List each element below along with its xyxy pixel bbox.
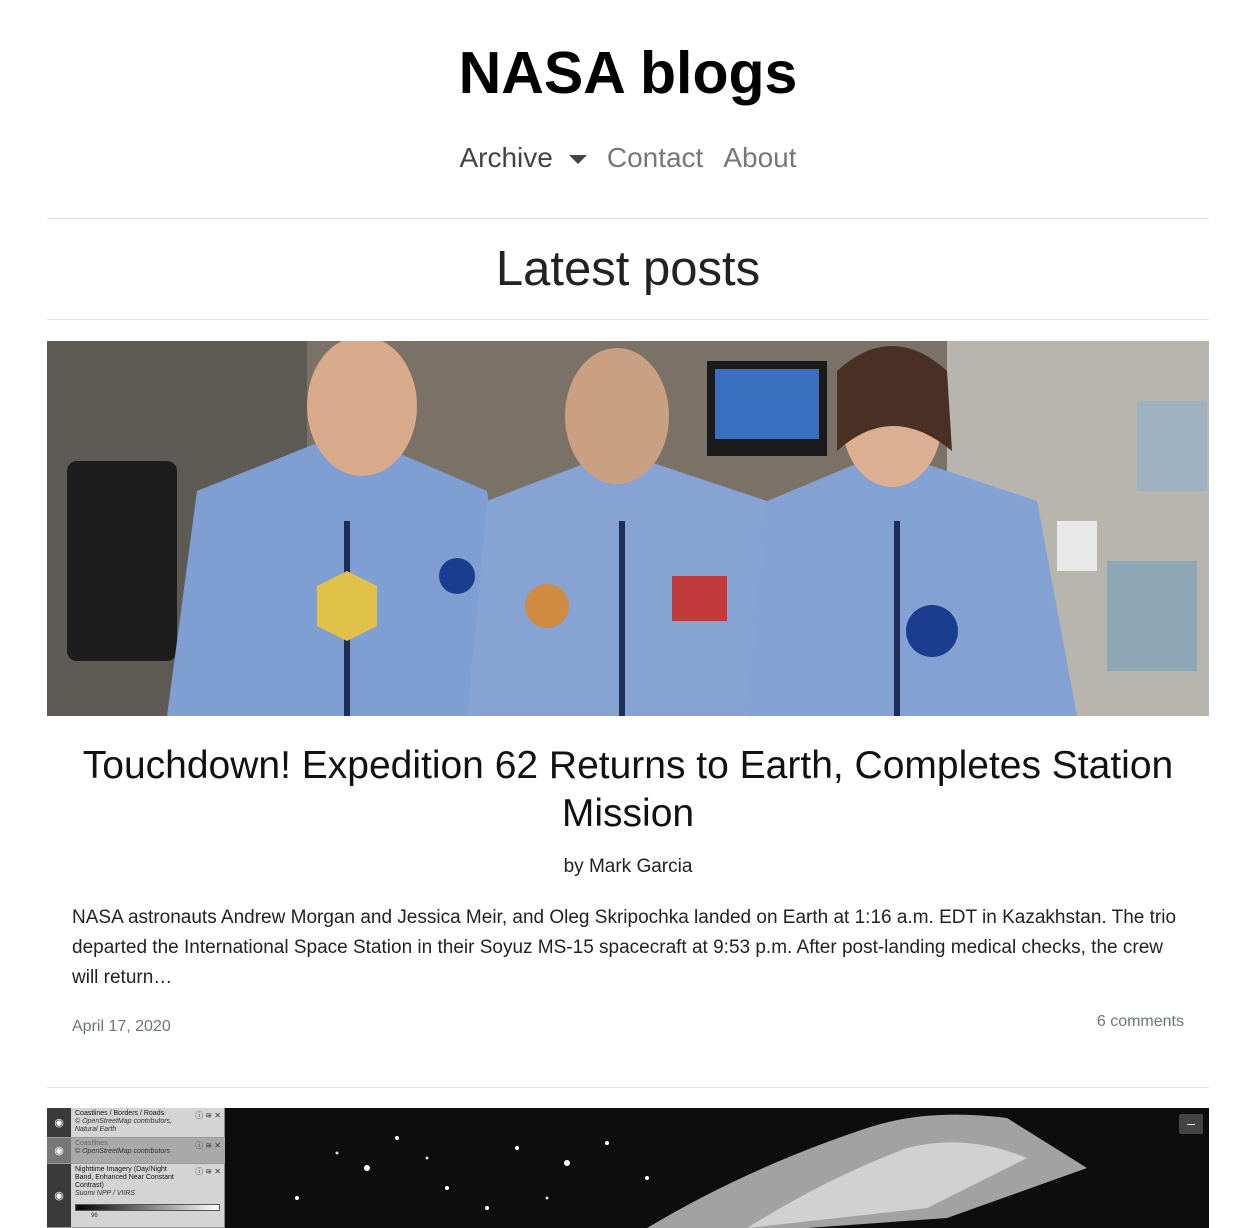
post-comments-link[interactable]: 6 comments bbox=[1097, 1013, 1184, 1031]
layer-credit: Suomi NPP / VIIRS bbox=[75, 1190, 136, 1197]
map-layer-coastlines[interactable]: ◉ Coastlines © OpenStreetMap contributor… bbox=[47, 1138, 225, 1164]
layer-name: Nighttime Imagery (Day/Night Band, Enhan… bbox=[75, 1166, 174, 1189]
nav-archive-label: Archive bbox=[459, 142, 553, 173]
nav-archive-dropdown[interactable]: Archive bbox=[459, 138, 587, 178]
layer-credit: Natural Earth bbox=[75, 1126, 117, 1133]
main-nav: Archive Contact About bbox=[0, 138, 1256, 178]
map-layer-panel: ◉ Coastlines / Borders / Roads © OpenStr… bbox=[47, 1108, 225, 1228]
post-byline: by Mark Garcia bbox=[563, 856, 693, 877]
layer-name: Coastlines / Borders / Roads bbox=[75, 1110, 165, 1117]
layer-controls-icon[interactable]: ⓘ ≋ ✕ bbox=[195, 1110, 221, 1121]
eye-icon[interactable]: ◉ bbox=[47, 1138, 71, 1163]
astronauts-photo bbox=[47, 341, 1209, 716]
colorbar-label: 96 bbox=[91, 1213, 98, 1219]
chevron-down-icon bbox=[568, 154, 587, 164]
layer-credit: © OpenStreetMap contributors bbox=[75, 1148, 171, 1155]
collapse-button[interactable]: – bbox=[1179, 1114, 1203, 1134]
layer-controls-icon[interactable]: ⓘ ≋ ✕ bbox=[195, 1140, 221, 1151]
site-title[interactable]: NASA blogs bbox=[0, 38, 1256, 108]
post-date: April 17, 2020 bbox=[72, 1018, 171, 1035]
nav-contact-link[interactable]: Contact bbox=[607, 138, 704, 178]
layer-name: Coastlines bbox=[75, 1140, 108, 1147]
post-map-image[interactable]: ◉ Coastlines / Borders / Roads © OpenStr… bbox=[47, 1108, 1209, 1228]
layer-controls-icon[interactable]: ⓘ ≋ ✕ bbox=[195, 1166, 221, 1177]
map-layer-nighttime-imagery[interactable]: ◉ Nighttime Imagery (Day/Night Band, Enh… bbox=[47, 1164, 225, 1228]
colorbar bbox=[75, 1204, 220, 1211]
post-title[interactable]: Touchdown! Expedition 62 Returns to Eart… bbox=[80, 742, 1176, 838]
post-excerpt: NASA astronauts Andrew Morgan and Jessic… bbox=[72, 907, 1177, 988]
layer-credit: © OpenStreetMap contributors, bbox=[75, 1118, 172, 1125]
eye-icon[interactable]: ◉ bbox=[47, 1108, 71, 1137]
section-title: Latest posts bbox=[495, 242, 761, 296]
divider bbox=[47, 1087, 1209, 1088]
nav-about-link[interactable]: About bbox=[723, 138, 796, 178]
divider bbox=[47, 218, 1209, 219]
eye-icon[interactable]: ◉ bbox=[47, 1164, 71, 1227]
post-hero-image[interactable] bbox=[47, 341, 1209, 716]
map-layer-coastlines-borders[interactable]: ◉ Coastlines / Borders / Roads © OpenStr… bbox=[47, 1108, 225, 1138]
divider bbox=[47, 319, 1209, 320]
